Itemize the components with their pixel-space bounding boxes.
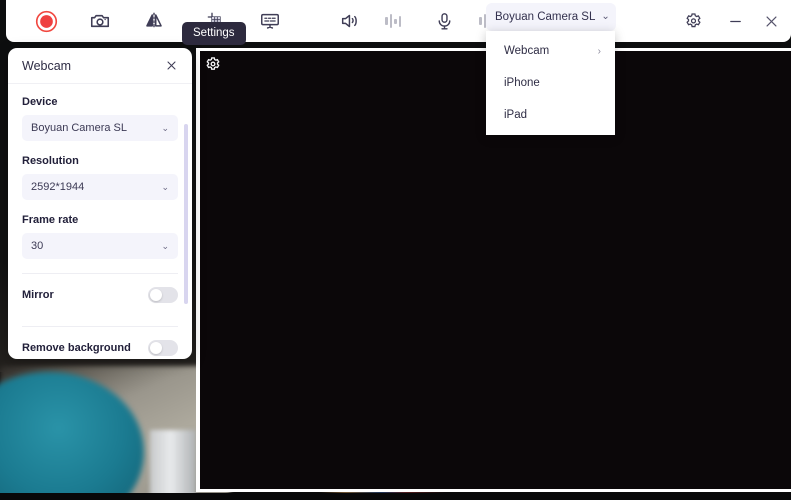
- app-window: Boyuan Camera SL ⌄ Settings Webcam › iPh…: [0, 0, 791, 500]
- camera-background-highlight: [150, 430, 196, 500]
- chevron-down-icon: ⌄: [161, 240, 169, 251]
- remove-background-row: Remove background: [22, 327, 178, 359]
- toggle-knob: [150, 342, 162, 354]
- resolution-label: Resolution: [22, 155, 79, 167]
- camera-source-dropdown: Webcam › iPhone iPad: [486, 31, 615, 135]
- microphone-button[interactable]: [422, 0, 466, 42]
- dropdown-item-label: iPhone: [504, 77, 540, 89]
- dropdown-item-webcam[interactable]: Webcam ›: [486, 35, 615, 67]
- chevron-down-icon: ⌄: [161, 122, 169, 133]
- camera-selector-value: Boyuan Camera SL: [495, 11, 596, 23]
- device-select-value: Boyuan Camera SL: [31, 122, 127, 134]
- remove-background-toggle[interactable]: [148, 340, 178, 356]
- speaker-button[interactable]: [328, 0, 372, 42]
- webcam-panel-header: Webcam: [8, 48, 192, 84]
- dropdown-item-iphone[interactable]: iPhone: [486, 67, 615, 99]
- frame-rate-label: Frame rate: [22, 214, 79, 226]
- dropdown-item-label: Webcam: [504, 45, 550, 57]
- mirror-toggle[interactable]: [148, 287, 178, 303]
- camera-selector[interactable]: Boyuan Camera SL ⌄: [486, 3, 616, 31]
- mirror-row: Mirror: [22, 274, 178, 316]
- whiteboard-button[interactable]: [248, 0, 292, 42]
- settings-tooltip: Settings: [182, 22, 246, 45]
- speaker-level-meter: [382, 0, 404, 42]
- settings-gear-button[interactable]: [676, 0, 710, 42]
- device-select[interactable]: Boyuan Camera SL ⌄: [22, 115, 178, 141]
- top-toolbar: [6, 0, 791, 42]
- frame-rate-select[interactable]: 30 ⌄: [22, 233, 178, 259]
- record-button[interactable]: [24, 0, 68, 42]
- panel-scrollbar[interactable]: [184, 124, 188, 304]
- remove-background-label: Remove background: [22, 342, 131, 354]
- mirror-button[interactable]: [132, 0, 176, 42]
- resolution-select-value: 2592*1944: [31, 181, 85, 193]
- chevron-down-icon: ⌄: [161, 181, 169, 192]
- chevron-down-icon: ⌄: [601, 11, 610, 22]
- close-button[interactable]: [754, 0, 788, 42]
- panel-title: Webcam: [22, 58, 72, 73]
- resolution-select[interactable]: 2592*1944 ⌄: [22, 174, 178, 200]
- toggle-knob: [150, 289, 162, 301]
- dropdown-item-label: iPad: [504, 109, 528, 121]
- screenshot-button[interactable]: [78, 0, 122, 42]
- preview-settings-gear-icon[interactable]: [204, 56, 222, 74]
- webcam-panel-body: Device Boyuan Camera SL ⌄ Resolution 259…: [8, 84, 192, 359]
- dropdown-item-ipad[interactable]: iPad: [486, 99, 615, 131]
- frame-rate-select-value: 30: [31, 240, 44, 252]
- webcam-settings-panel: Webcam Device Boyuan Camera SL ⌄ Resolut…: [8, 48, 192, 359]
- window-bottom-edge: [0, 493, 791, 500]
- close-icon[interactable]: [162, 57, 180, 75]
- minimize-button[interactable]: [718, 0, 752, 42]
- mirror-label: Mirror: [22, 289, 54, 301]
- device-label: Device: [22, 96, 58, 108]
- chevron-right-icon: ›: [597, 45, 601, 57]
